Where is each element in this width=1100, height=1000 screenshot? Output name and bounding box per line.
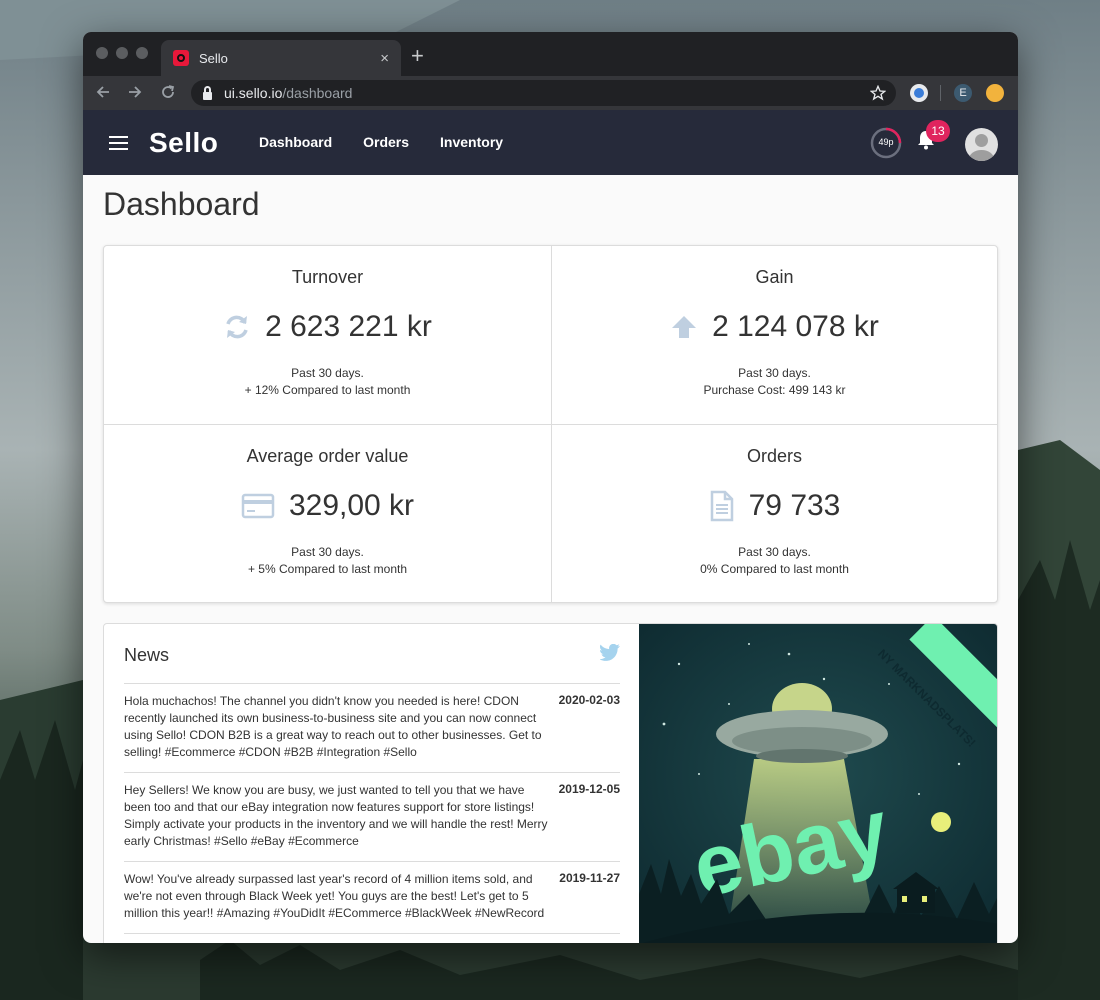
window-minimize-dot[interactable]	[116, 47, 128, 59]
stat-purchase-cost: Purchase Cost: 499 143 kr	[703, 383, 846, 397]
profile-avatar[interactable]: E	[954, 84, 972, 102]
url-host: ui.sello.io	[224, 85, 283, 101]
news-date: 2019-11-27	[559, 871, 620, 885]
stat-value: 2 124 078 kr	[712, 310, 879, 343]
tab-close-icon[interactable]: ×	[380, 50, 389, 67]
stat-comparison: 0% Compared to last month	[700, 562, 849, 576]
stat-orders: Orders 79 733 Past 30 days. 0% Compared …	[551, 425, 998, 604]
stat-average-order-value: Average order value 329,00 kr Past 30 da…	[104, 425, 551, 604]
news-list: Hola muchachos! The channel you didn't k…	[124, 683, 620, 934]
page-title: Dashboard	[103, 186, 260, 222]
reload-icon[interactable]	[160, 84, 176, 100]
stat-comparison: + 5% Compared to last month	[247, 562, 408, 576]
notification-count-badge: 13	[926, 120, 950, 142]
stat-period: Past 30 days.	[291, 545, 364, 559]
ebay-promo-banner[interactable]: ebay NY MARKNADSPLATS!	[639, 624, 998, 943]
nav-orders[interactable]: Orders	[363, 134, 409, 150]
extension-coin-icon[interactable]	[986, 84, 1004, 102]
quota-indicator[interactable]: 49p	[870, 127, 902, 164]
news-item[interactable]: Hola muchachos! The channel you didn't k…	[124, 683, 620, 772]
new-tab-button[interactable]: +	[411, 43, 424, 69]
nav-dashboard[interactable]: Dashboard	[259, 134, 332, 150]
news-title: News	[124, 645, 170, 665]
stat-value: 2 623 221 kr	[265, 310, 432, 343]
stat-comparison: + 12% Compared to last month	[244, 383, 411, 397]
document-icon	[710, 490, 733, 522]
user-avatar[interactable]	[965, 128, 998, 161]
news-item[interactable]: Hey Sellers! We know you are busy, we ju…	[124, 772, 620, 861]
stat-period: Past 30 days.	[291, 366, 364, 380]
browser-tab-bar: Sello × +	[83, 32, 1018, 76]
news-text: Wow! You've already surpassed last year'…	[124, 872, 545, 920]
news-item[interactable]: Wow! You've already surpassed last year'…	[124, 861, 620, 934]
stat-turnover: Turnover 2 623 221 kr Past 30 days. + 12…	[104, 246, 551, 425]
arrow-up-icon	[672, 316, 697, 338]
news-text: Hey Sellers! We know you are busy, we ju…	[124, 783, 548, 848]
forward-arrow-icon[interactable]	[127, 84, 143, 100]
url-path: /dashboard	[282, 85, 353, 101]
address-bar[interactable]: ui.sello.io/dashboard	[191, 80, 896, 106]
browser-toolbar: ui.sello.io/dashboard E	[83, 76, 1018, 110]
news-text: Hola muchachos! The channel you didn't k…	[124, 694, 542, 759]
sello-favicon-icon	[173, 50, 189, 66]
moon	[931, 812, 951, 832]
browser-tab[interactable]: Sello ×	[161, 40, 401, 76]
window-maximize-dot[interactable]	[136, 47, 148, 59]
credit-card-icon	[241, 493, 275, 519]
extension-icon[interactable]	[910, 84, 928, 102]
window-close-dot[interactable]	[96, 47, 108, 59]
stat-title: Average order value	[246, 446, 409, 466]
stat-title: Orders	[746, 446, 802, 466]
back-arrow-icon[interactable]	[95, 84, 111, 100]
bookmark-star-icon[interactable]	[870, 85, 886, 101]
quota-label: 49p	[878, 137, 894, 147]
twitter-icon[interactable]	[600, 644, 620, 661]
stat-title: Gain	[755, 267, 794, 287]
news-date: 2020-02-03	[558, 693, 620, 707]
stat-value: 329,00 kr	[288, 489, 415, 522]
stat-period: Past 30 days.	[738, 366, 811, 380]
sello-logo[interactable]: Sello	[149, 127, 218, 159]
stat-period: Past 30 days.	[738, 545, 811, 559]
news-date: 2019-12-05	[558, 782, 620, 796]
stat-title: Turnover	[291, 267, 364, 287]
nav-inventory[interactable]: Inventory	[440, 134, 503, 150]
news-card: News Hola muchachos! The channel you did…	[103, 623, 998, 943]
refresh-icon	[226, 315, 248, 339]
toolbar-separator	[940, 85, 941, 101]
stat-value: 79 733	[748, 489, 841, 522]
stats-card: Turnover 2 623 221 kr Past 30 days. + 12…	[103, 245, 998, 603]
lock-icon	[203, 85, 212, 100]
hamburger-menu-icon[interactable]	[109, 136, 128, 150]
browser-window: Sello × + ui.sello.io/dashboard E Sello …	[83, 32, 1018, 943]
stat-gain: Gain 2 124 078 kr Past 30 days. Purchase…	[551, 246, 998, 425]
tab-title: Sello	[199, 50, 228, 66]
main-nav: Dashboard Orders Inventory	[259, 134, 503, 150]
